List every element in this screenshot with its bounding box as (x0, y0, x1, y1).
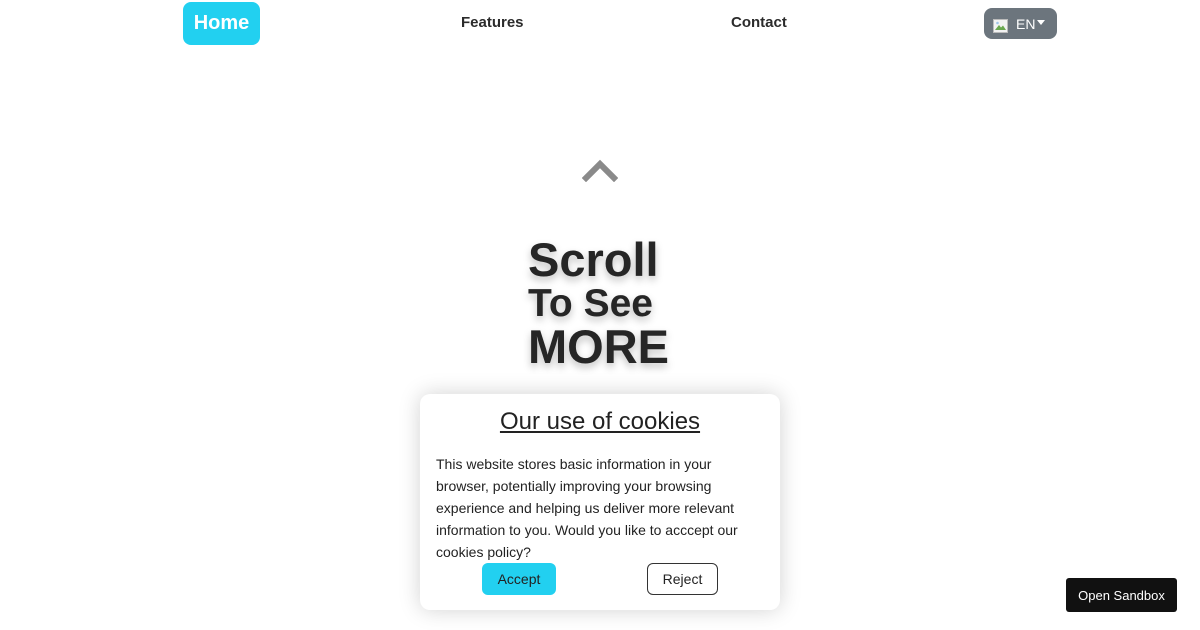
language-label: EN (1016, 15, 1036, 32)
reject-button[interactable]: Reject (647, 563, 718, 595)
chevron-down-icon (1037, 20, 1046, 25)
hero-line-1: Scroll (528, 233, 659, 286)
cookie-consent-dialog: Our use of cookies This website stores b… (420, 394, 780, 610)
accept-button[interactable]: Accept (482, 563, 556, 595)
chevron-up-icon[interactable] (582, 158, 618, 182)
nav-contact-link[interactable]: Contact (731, 14, 787, 31)
nav-features-link[interactable]: Features (461, 14, 524, 31)
language-dropdown-button[interactable]: EN (984, 8, 1057, 39)
hero-line-2: To See (528, 282, 653, 325)
nav-home-button[interactable]: Home (183, 2, 260, 45)
scroll-hint-text: Scroll To See MORE (528, 236, 669, 370)
page: Home Features Contact EN Scroll To See M… (0, 0, 1200, 630)
open-sandbox-button[interactable]: Open Sandbox (1066, 578, 1177, 612)
cookie-dialog-title: Our use of cookies (499, 408, 701, 435)
cookie-dialog-text: This website stores basic information in… (436, 456, 738, 560)
hero-line-3: MORE (528, 320, 669, 373)
flag-icon (993, 18, 1008, 33)
